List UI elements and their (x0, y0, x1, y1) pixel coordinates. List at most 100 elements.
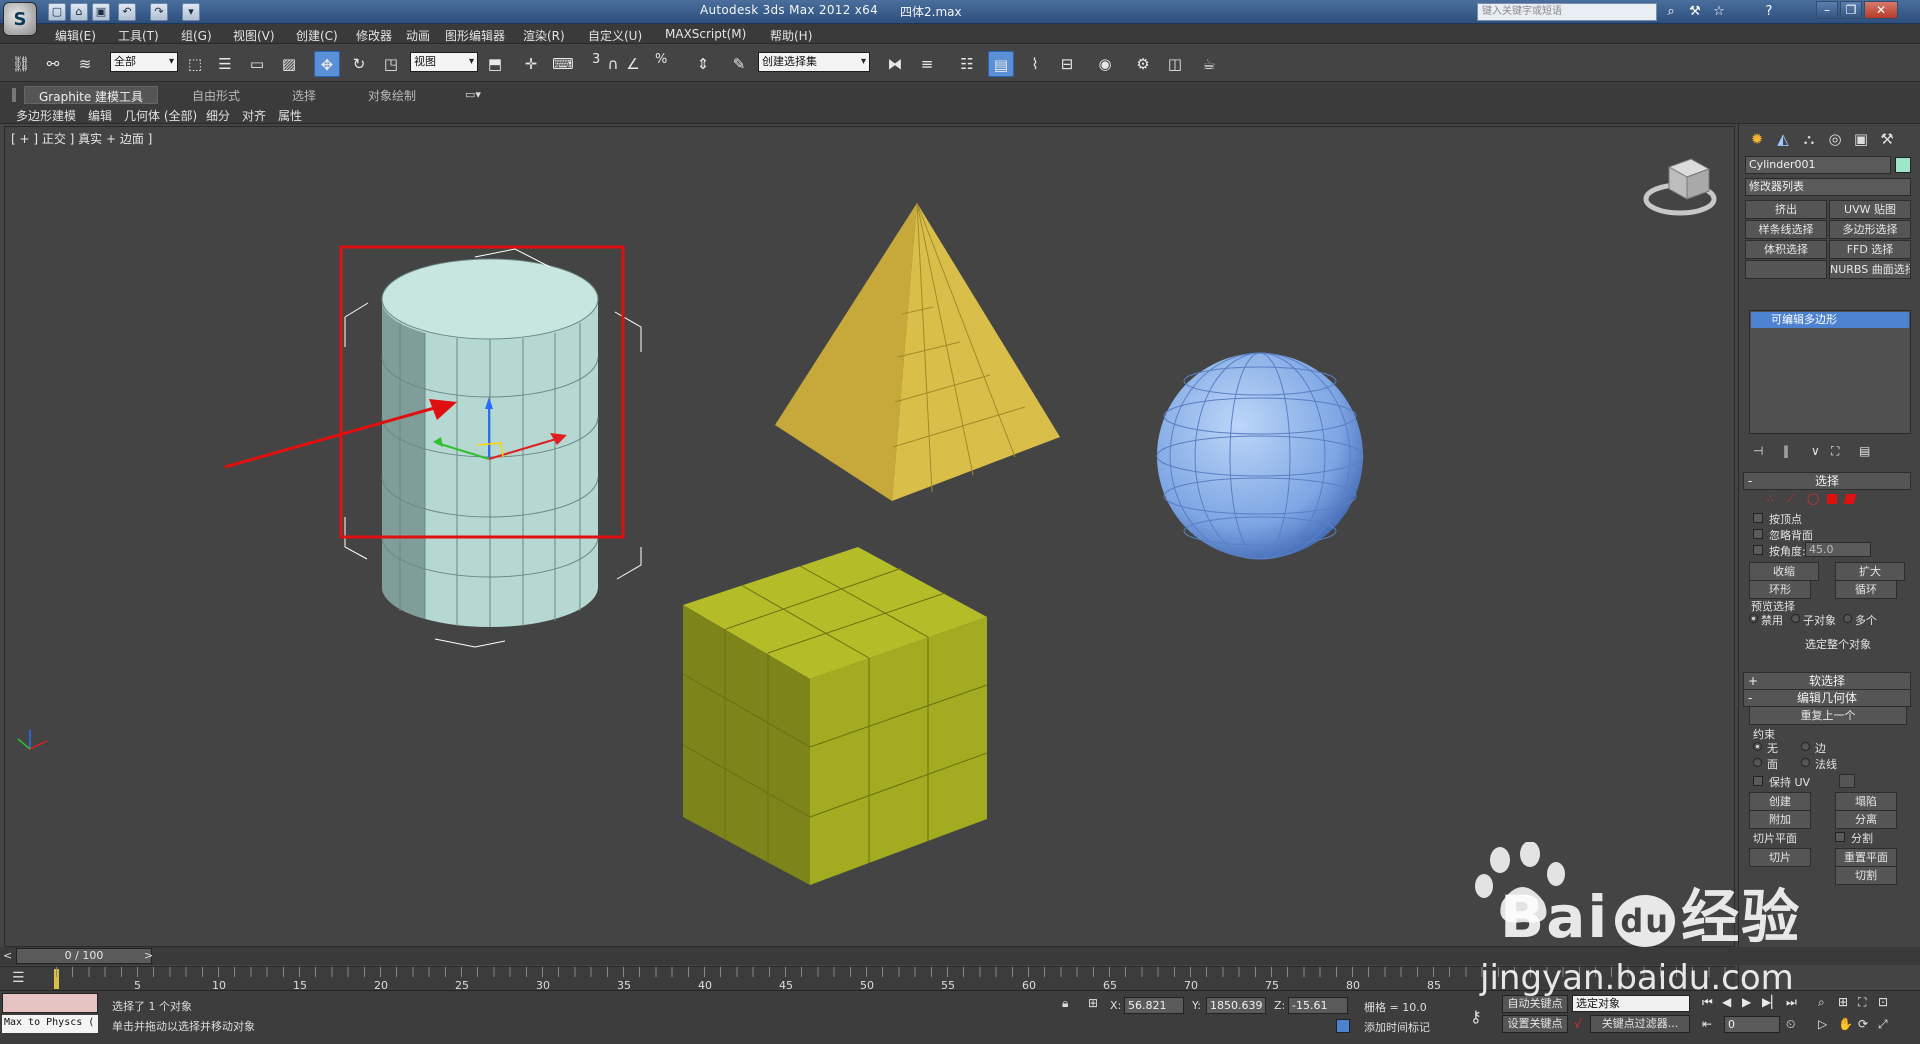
cut-button[interactable]: 切割 (1835, 866, 1897, 885)
angle-snap-icon[interactable]: ∠ (620, 51, 646, 77)
box-object[interactable] (682, 547, 988, 885)
collapse-button[interactable]: 塌陷 (1835, 792, 1897, 811)
tab-freeform[interactable]: 自由形式 (178, 86, 254, 104)
edit-named-selection-icon[interactable]: ✎ (726, 51, 752, 77)
soft-selection-rollout-header[interactable]: + 软选择 (1743, 672, 1911, 690)
ffd-select-button[interactable]: FFD 选择 (1829, 240, 1911, 259)
current-frame-field[interactable]: 0 (1724, 1016, 1780, 1033)
preserve-uv-checkbox[interactable] (1753, 776, 1763, 786)
vertex-subobject-icon[interactable]: ∴ (1767, 492, 1774, 505)
uvw-map-modifier-button[interactable]: UVW 贴图 (1829, 200, 1911, 219)
empty-modifier-button[interactable] (1745, 260, 1827, 279)
border-subobject-icon[interactable]: ◯ (1807, 492, 1819, 505)
undo-icon[interactable]: ↶ (118, 3, 136, 21)
percent-snap-icon[interactable]: % (655, 52, 667, 67)
time-slider-thumb[interactable]: 0 / 100 (16, 948, 152, 964)
configure-sets-icon[interactable]: ▤ (1859, 444, 1870, 458)
add-time-tag-label[interactable]: 添加时间标记 (1364, 1019, 1430, 1035)
mirror-icon[interactable]: ⧓ (882, 51, 908, 77)
reset-plane-button[interactable]: 重置平面 (1835, 848, 1897, 867)
viewcube-icon[interactable] (1643, 158, 1717, 216)
help-icon[interactable]: ? (1760, 3, 1778, 21)
maximize-button[interactable]: ❐ (1840, 1, 1862, 19)
detach-button[interactable]: 分离 (1835, 810, 1897, 829)
select-and-move-icon[interactable]: ✥ (314, 51, 340, 77)
maxscript-input[interactable]: Max to Physcs ( (2, 1015, 98, 1033)
ribbon-polygon-modeling[interactable]: 多边形建模 (16, 107, 76, 124)
search-input[interactable]: 键入关键字或短语 (1477, 3, 1657, 21)
object-color-swatch[interactable] (1895, 157, 1911, 173)
extrude-modifier-button[interactable]: 挤出 (1745, 200, 1827, 219)
star-icon[interactable]: ☆ (1710, 3, 1728, 21)
create-button[interactable]: 创建 (1749, 792, 1811, 811)
app-logo-icon[interactable]: S (3, 2, 37, 36)
zoom-icon[interactable]: ⌕ (1818, 995, 1825, 1010)
show-end-result-icon[interactable]: ‖ (1783, 444, 1789, 458)
select-rollout-header[interactable]: - 选择 (1743, 472, 1911, 490)
viewport-label[interactable]: [ + ] 正交 ] 真实 + 边面 ] (11, 130, 152, 147)
schematic-view-icon[interactable]: ⊟ (1054, 51, 1080, 77)
constraint-normal-radio[interactable] (1801, 758, 1810, 767)
shrink-button[interactable]: 收缩 (1749, 562, 1819, 581)
key-mode-toggle-icon[interactable]: ⇤ (1702, 1017, 1712, 1031)
perspective-viewport[interactable]: [ + ] 正交 ] 真实 + 边面 ] (4, 126, 1735, 947)
spline-select-button[interactable]: 样条线选择 (1745, 220, 1827, 239)
menu-help[interactable]: 帮助(H) (770, 27, 812, 44)
z-coordinate-field[interactable]: -15.61 (1288, 997, 1348, 1014)
ribbon-edit[interactable]: 编辑 (88, 107, 112, 124)
modifier-list-dropdown[interactable]: 修改器列表 (1745, 178, 1911, 196)
subscription-icon[interactable]: ⚒ (1686, 3, 1704, 21)
key-filter-icon[interactable]: √ (1574, 1017, 1582, 1031)
object-name-field[interactable]: Cylinder001 (1745, 156, 1891, 174)
preserve-uv-settings-button[interactable] (1839, 774, 1855, 788)
constraint-none-radio[interactable] (1753, 742, 1762, 751)
add-time-tag-icon[interactable] (1336, 1019, 1350, 1033)
select-by-name-icon[interactable]: ☰ (212, 51, 238, 77)
sphere-object[interactable] (1156, 352, 1364, 560)
menu-animation[interactable]: 动画 (406, 27, 430, 44)
preview-disabled-radio[interactable] (1749, 614, 1758, 623)
edge-subobject-icon[interactable]: ⟋ (1787, 492, 1795, 506)
track-bar[interactable]: ☰ 5 10 15 20 25 30 35 40 45 50 55 60 65 … (0, 966, 1736, 992)
curve-editor-mini-icon[interactable]: ☰ (12, 970, 25, 986)
ring-button[interactable]: 环形 (1749, 580, 1811, 599)
x-coordinate-field[interactable]: 56.821 (1124, 997, 1184, 1014)
by-angle-checkbox[interactable] (1753, 545, 1763, 555)
minimize-button[interactable]: – (1816, 1, 1838, 19)
redo-icon[interactable]: ↷ (150, 3, 168, 21)
edit-geometry-rollout-header[interactable]: - 编辑几何体 (1743, 689, 1911, 707)
element-subobject-icon[interactable] (1843, 494, 1857, 504)
ribbon-align[interactable]: 对齐 (242, 107, 266, 124)
pyramid-object[interactable] (775, 202, 1060, 501)
menu-customize[interactable]: 自定义(U) (588, 27, 642, 44)
utilities-tab-icon[interactable]: ⚒ (1875, 128, 1899, 150)
select-manipulate-icon[interactable]: ✛ (518, 51, 544, 77)
cylinder-object[interactable] (344, 248, 642, 648)
pan-icon[interactable]: ✋ (1838, 1017, 1853, 1031)
menu-tools[interactable]: 工具(T) (118, 27, 159, 44)
menu-rendering[interactable]: 渲染(R) (523, 27, 565, 44)
rect-selection-icon[interactable]: ▭ (244, 51, 270, 77)
menu-views[interactable]: 视图(V) (233, 27, 275, 44)
binoculars-icon[interactable]: ⌕ (1662, 3, 1680, 21)
make-unique-icon[interactable]: ∨ (1811, 444, 1820, 458)
render-setup-icon[interactable]: ⚙ (1130, 51, 1156, 77)
time-config-icon[interactable]: ⏲ (1786, 1017, 1795, 1032)
display-tab-icon[interactable]: ▣ (1849, 128, 1873, 150)
menu-create[interactable]: 创建(C) (296, 27, 338, 44)
ribbon-properties[interactable]: 属性 (278, 107, 302, 124)
create-tab-icon[interactable]: ✹ (1745, 128, 1769, 150)
curve-editor-icon[interactable]: ⌇ (1022, 51, 1048, 77)
absolute-mode-icon[interactable]: ⊞ (1088, 996, 1098, 1010)
y-coordinate-field[interactable]: 1850.639 (1206, 997, 1266, 1014)
ribbon-subdivision[interactable]: 细分 (206, 107, 230, 124)
menu-maxscript[interactable]: MAXScript(M) (665, 27, 746, 41)
layer-manager-icon[interactable]: ☷ (954, 51, 980, 77)
new-file-icon[interactable]: ▢ (48, 3, 66, 21)
zoom-extents-all-icon[interactable]: ⊡ (1878, 995, 1888, 1009)
selection-filter-dropdown[interactable]: 全部 (110, 52, 178, 72)
time-next-icon[interactable]: > (144, 949, 153, 962)
named-selection-dropdown[interactable]: 创建选择集 (758, 52, 870, 72)
keyboard-shortcut-icon[interactable]: ⌨ (550, 51, 576, 77)
attach-button[interactable]: 附加 (1749, 810, 1811, 829)
